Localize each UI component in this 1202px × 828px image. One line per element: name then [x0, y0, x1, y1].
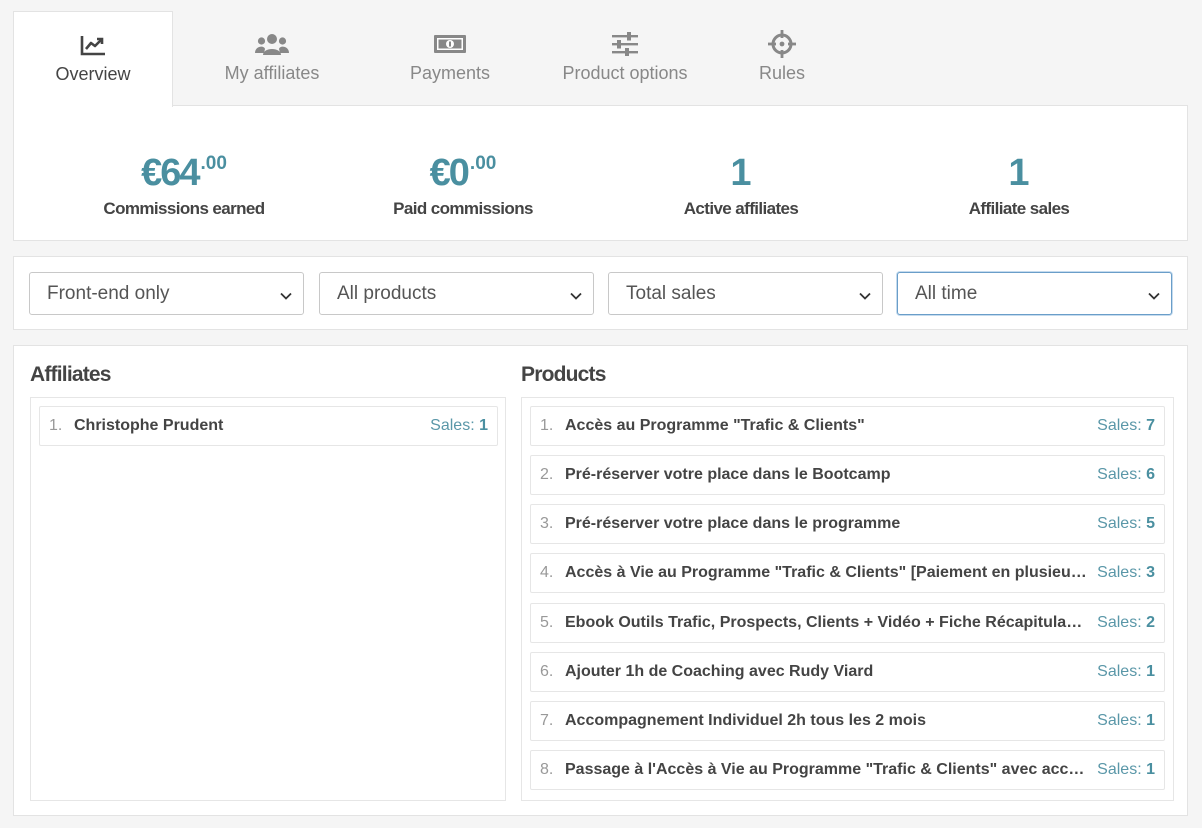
item-rank: 7.: [540, 712, 554, 729]
money-bill-icon: [433, 31, 467, 57]
crosshair-icon: [768, 30, 796, 58]
tab-label: Payments: [409, 63, 491, 83]
item-rank: 1.: [49, 417, 63, 434]
list-item[interactable]: 4. Accès à Vie au Programme "Trafic & Cl…: [530, 553, 1165, 593]
stat-label: Affiliate sales: [968, 199, 1070, 218]
list-item[interactable]: 6. Ajouter 1h de Coaching avec Rudy Viar…: [530, 652, 1165, 692]
select-value: All time: [915, 282, 978, 304]
item-rank: 3.: [540, 515, 554, 532]
item-name: Pré-réserver votre place dans le program…: [565, 515, 901, 532]
list-item[interactable]: 1. Christophe Prudent Sales: 1: [39, 406, 498, 446]
chevron-down-icon: [569, 287, 583, 309]
affiliates-list: 1. Christophe Prudent Sales: 1: [30, 397, 506, 801]
item-name: Ajouter 1h de Coaching avec Rudy Viard: [565, 663, 874, 680]
tab-rules[interactable]: Rules: [702, 11, 862, 106]
stat-value: 1: [730, 152, 751, 194]
item-sales: Sales: 3: [1097, 564, 1155, 581]
products-list: 1. Accès au Programme "Trafic & Clients"…: [521, 397, 1174, 801]
item-name: Pré-réserver votre place dans le Bootcam…: [565, 466, 891, 483]
rankings-panel: Affiliates Products 1. Christophe Pruden…: [13, 345, 1188, 816]
filters-panel: Front-end only All products Total sales …: [13, 256, 1188, 330]
list-item[interactable]: 2. Pré-réserver votre place dans le Boot…: [530, 455, 1165, 495]
chart-line-icon: [80, 32, 106, 58]
item-name: Accès au Programme "Trafic & Clients": [565, 417, 865, 434]
affiliate-dashboard: Overview My affiliates Payments Product …: [0, 0, 1202, 828]
item-sales: Sales: 1: [1097, 663, 1155, 680]
chevron-down-icon: [1147, 287, 1161, 309]
item-sales: Sales: 7: [1097, 417, 1155, 434]
chevron-down-icon: [858, 287, 872, 309]
chevron-down-icon: [279, 287, 293, 309]
products-title: Products: [521, 363, 606, 386]
list-item[interactable]: 1. Accès au Programme "Trafic & Clients"…: [530, 406, 1165, 446]
select-value: All products: [337, 282, 437, 304]
item-rank: 2.: [540, 466, 554, 483]
stat-paid-commissions: €0.00 Paid commissions: [323, 106, 603, 242]
list-item[interactable]: 3. Pré-réserver votre place dans le prog…: [530, 504, 1165, 544]
affiliates-title: Affiliates: [30, 363, 111, 386]
stat-commissions-earned: €64.00 Commissions earned: [44, 106, 324, 242]
item-rank: 8.: [540, 761, 554, 778]
time-range-select[interactable]: All time: [897, 272, 1172, 315]
funnel-type-select[interactable]: Front-end only: [29, 272, 304, 315]
sliders-icon: [611, 31, 639, 57]
metric-select[interactable]: Total sales: [608, 272, 883, 315]
list-item[interactable]: 5. Ebook Outils Trafic, Prospects, Clien…: [530, 603, 1165, 643]
item-name: Accès à Vie au Programme "Trafic & Clien…: [565, 564, 1088, 581]
tab-bar: Overview My affiliates Payments Product …: [13, 11, 1188, 107]
stat-value: 1: [1008, 152, 1029, 194]
item-rank: 4.: [540, 564, 554, 581]
tab-payments[interactable]: Payments: [370, 11, 530, 106]
stat-value: €0.00: [429, 152, 497, 194]
tab-label: My affiliates: [224, 63, 320, 83]
item-name: Ebook Outils Trafic, Prospects, Clients …: [565, 614, 1088, 631]
tab-label: Overview: [55, 64, 131, 84]
item-sales: Sales: 1: [1097, 761, 1155, 778]
stat-value: €64.00: [141, 152, 227, 194]
item-rank: 1.: [540, 417, 554, 434]
item-sales: Sales: 5: [1097, 515, 1155, 532]
stat-affiliate-sales: 1 Affiliate sales: [879, 106, 1159, 242]
tab-label: Rules: [758, 63, 806, 83]
item-sales: Sales: 1: [1097, 712, 1155, 729]
list-item[interactable]: 8. Passage à l'Accès à Vie au Programme …: [530, 750, 1165, 790]
product-select[interactable]: All products: [319, 272, 594, 315]
stat-label: Commissions earned: [103, 199, 265, 218]
tab-my-affiliates[interactable]: My affiliates: [192, 11, 352, 106]
tab-product-options[interactable]: Product options: [545, 11, 705, 106]
select-value: Front-end only: [47, 282, 170, 304]
item-sales: Sales: 1: [430, 417, 488, 434]
stat-label: Active affiliates: [683, 199, 799, 218]
item-sales: Sales: 6: [1097, 466, 1155, 483]
stat-active-affiliates: 1 Active affiliates: [601, 106, 881, 242]
item-name: Passage à l'Accès à Vie au Programme "Tr…: [565, 761, 1087, 778]
stat-label: Paid commissions: [393, 199, 533, 218]
item-rank: 5.: [540, 614, 554, 631]
users-icon: [255, 31, 289, 57]
item-sales: Sales: 2: [1097, 614, 1155, 631]
tab-overview[interactable]: Overview: [13, 11, 173, 107]
item-name: Christophe Prudent: [74, 417, 224, 434]
select-value: Total sales: [626, 282, 716, 304]
tab-label: Product options: [562, 63, 688, 83]
stats-panel: €64.00 Commissions earned €0.00 Paid com…: [13, 105, 1188, 241]
item-name: Accompagnement Individuel 2h tous les 2 …: [565, 712, 926, 729]
item-rank: 6.: [540, 663, 554, 680]
list-item[interactable]: 7. Accompagnement Individuel 2h tous les…: [530, 701, 1165, 741]
